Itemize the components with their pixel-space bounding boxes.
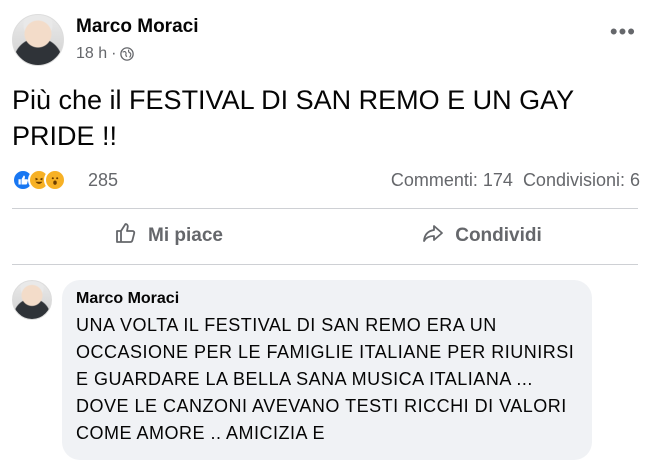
- share-button[interactable]: Condividi: [325, 212, 638, 260]
- wow-icon: [44, 169, 66, 191]
- author-avatar[interactable]: [12, 14, 64, 66]
- comment-avatar[interactable]: [12, 280, 52, 320]
- globe-icon: [120, 47, 135, 61]
- divider-top: [12, 208, 638, 209]
- meta-separator: ·: [111, 45, 117, 62]
- comments-count[interactable]: Commenti: 174: [391, 170, 513, 191]
- post-text: Più che il FESTIVAL DI SAN REMO E UN GAY…: [12, 85, 574, 151]
- action-bar: Mi piace Condividi: [12, 212, 638, 260]
- reaction-icons[interactable]: [12, 169, 66, 191]
- comment-bubble: Marco Moraci UNA VOLTA IL FESTIVAL DI SA…: [62, 280, 592, 460]
- thumbs-up-icon: [114, 221, 138, 251]
- shares-count[interactable]: Condivisioni: 6: [523, 170, 640, 191]
- reactions-row: 285 Commenti: 174 Condivisioni: 6: [12, 166, 640, 196]
- post-time[interactable]: 18 h: [76, 45, 107, 63]
- share-label: Condividi: [455, 225, 542, 246]
- comment-text: UNA VOLTA IL FESTIVAL DI SAN REMO ERA UN…: [76, 315, 575, 443]
- reaction-count[interactable]: 285: [88, 170, 118, 191]
- comment-author[interactable]: Marco Moraci: [76, 290, 578, 308]
- more-options-icon[interactable]: •••: [610, 21, 636, 43]
- like-button[interactable]: Mi piace: [12, 212, 325, 260]
- post-header: Marco Moraci 18 h · •••: [12, 14, 648, 70]
- post-meta: 18 h ·: [76, 45, 135, 63]
- divider-bottom: [12, 264, 638, 265]
- like-label: Mi piace: [148, 225, 223, 246]
- share-arrow-icon: [421, 221, 445, 251]
- engagement-counts: Commenti: 174 Condivisioni: 6: [391, 170, 640, 191]
- author-name[interactable]: Marco Moraci: [76, 16, 198, 38]
